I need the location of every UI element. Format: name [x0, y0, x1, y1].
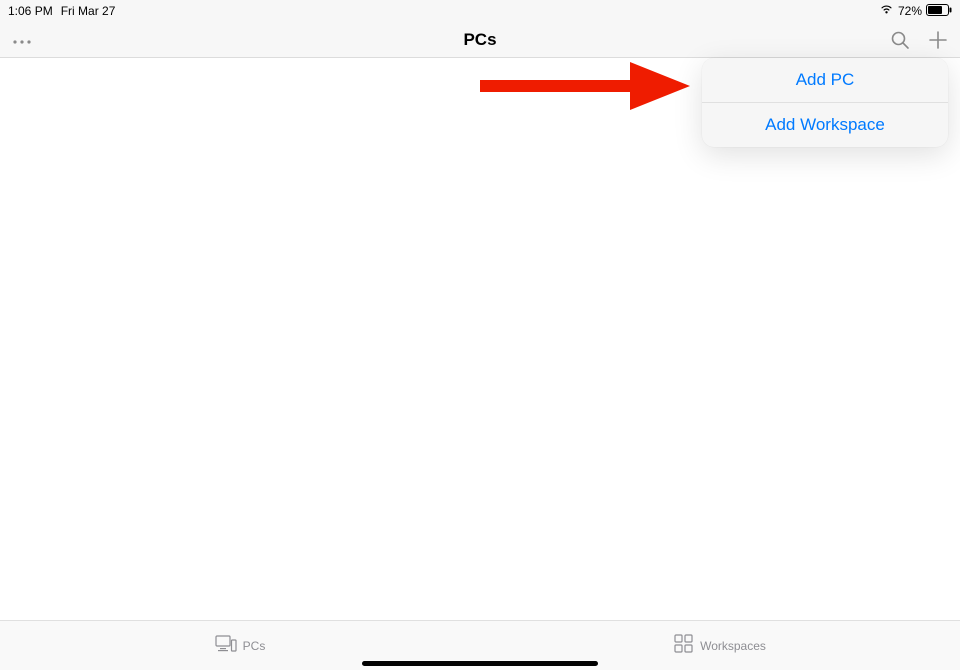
- add-button[interactable]: [928, 30, 948, 50]
- battery-percent: 72%: [898, 4, 922, 18]
- search-icon: [890, 30, 910, 50]
- status-date: Fri Mar 27: [61, 4, 116, 18]
- add-workspace-option[interactable]: Add Workspace: [702, 103, 948, 147]
- pc-icon: [215, 635, 237, 656]
- home-indicator[interactable]: [362, 661, 598, 666]
- status-time: 1:06 PM: [8, 4, 53, 18]
- battery-icon: [926, 4, 952, 19]
- add-pc-label: Add PC: [796, 70, 855, 90]
- page-title: PCs: [463, 30, 496, 50]
- search-button[interactable]: [890, 30, 910, 50]
- add-workspace-label: Add Workspace: [765, 115, 885, 135]
- nav-bar: PCs: [0, 22, 960, 58]
- tab-workspaces-label: Workspaces: [700, 639, 766, 653]
- workspaces-icon: [674, 634, 694, 657]
- plus-icon: [928, 30, 948, 50]
- tab-pcs-label: PCs: [243, 639, 266, 653]
- annotation-arrow: [480, 62, 690, 115]
- wifi-icon: [879, 4, 894, 18]
- arrow-icon: [480, 62, 690, 110]
- add-pc-option[interactable]: Add PC: [702, 58, 948, 102]
- status-bar: 1:06 PM Fri Mar 27 72%: [0, 0, 960, 22]
- add-menu-popover: Add PC Add Workspace: [702, 58, 948, 147]
- more-button[interactable]: [12, 29, 42, 50]
